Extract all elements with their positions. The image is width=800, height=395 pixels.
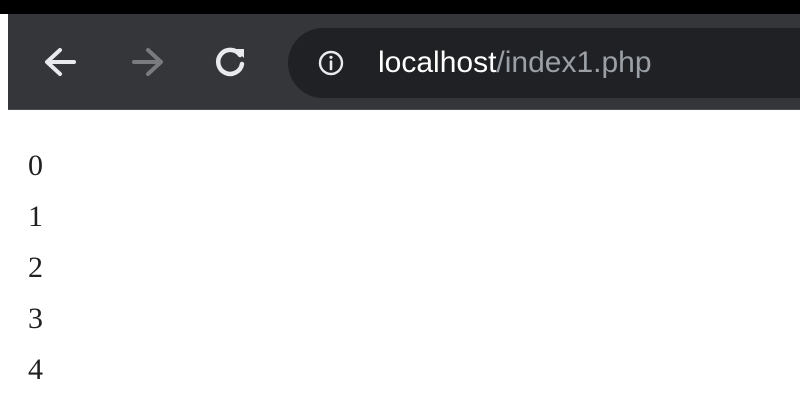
window-top-strip xyxy=(0,0,800,14)
reload-icon xyxy=(215,47,245,77)
output-line: 0 xyxy=(28,149,43,182)
url-host: localhost xyxy=(378,46,497,79)
arrow-right-icon xyxy=(132,48,163,76)
output-list: 0 1 2 3 4 xyxy=(28,140,43,395)
output-line: 3 xyxy=(28,302,43,335)
info-circle-icon[interactable] xyxy=(318,50,344,76)
output-line: 2 xyxy=(28,251,43,284)
browser-chrome: localhost/index1.php xyxy=(0,0,800,110)
url-text[interactable]: localhost/index1.php xyxy=(378,46,652,80)
output-line: 1 xyxy=(28,200,43,233)
back-button[interactable] xyxy=(38,40,82,84)
page-content: 0 1 2 3 4 xyxy=(0,110,800,386)
arrow-left-icon xyxy=(45,48,76,76)
output-line: 4 xyxy=(28,353,43,386)
browser-toolbar: localhost/index1.php xyxy=(8,14,800,110)
reload-button[interactable] xyxy=(208,40,252,84)
address-bar[interactable]: localhost/index1.php xyxy=(288,28,800,98)
url-path: /index1.php xyxy=(496,46,652,79)
forward-button[interactable] xyxy=(126,40,170,84)
